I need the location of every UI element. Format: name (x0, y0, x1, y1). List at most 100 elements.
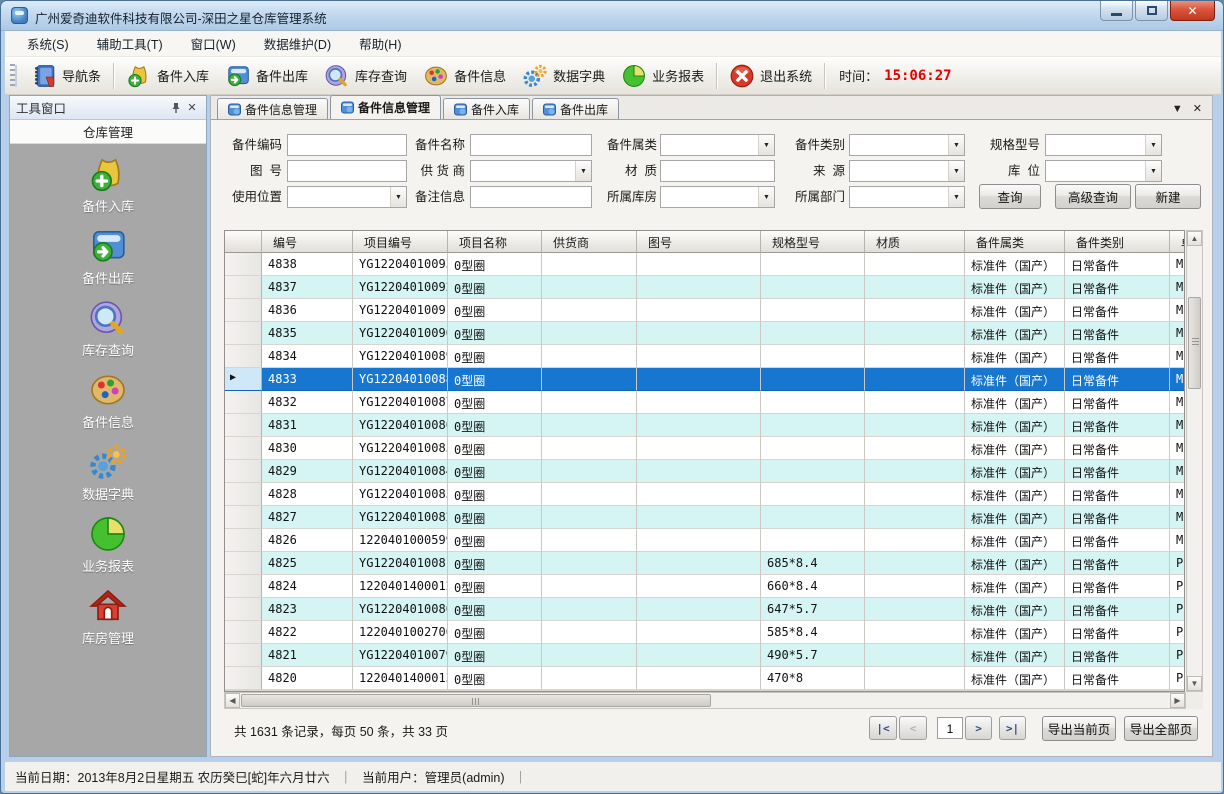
table-row[interactable]: 4836YG122040100910型圈标准件（国产）日常备件M (225, 299, 1185, 322)
column-header[interactable]: 项目名称 (448, 231, 542, 253)
toolbar-nav-bar[interactable]: 导航条 (23, 60, 109, 92)
toolbar-stock-search[interactable]: 库存查询 (316, 60, 415, 92)
menu-help[interactable]: 帮助(H) (349, 30, 411, 57)
toolbar-business-report[interactable]: 业务报表 (613, 60, 712, 92)
menu-aux-tools[interactable]: 辅助工具(T) (87, 30, 173, 57)
row-selector-cell[interactable] (225, 322, 262, 345)
horizontal-scrollbar[interactable]: ◀ ▶ (224, 692, 1186, 709)
tool-window-close-icon[interactable]: ✕ (184, 100, 200, 116)
column-header[interactable]: 材质 (865, 231, 965, 253)
table-row[interactable]: 4827YG122040100820型圈标准件（国产）日常备件M (225, 506, 1185, 529)
department-combo[interactable]: ▼ (849, 186, 965, 208)
vertical-scrollbar[interactable]: ▲ ▼ (1186, 230, 1203, 692)
scroll-right-icon[interactable]: ▶ (1170, 693, 1185, 708)
row-selector-cell[interactable] (225, 483, 262, 506)
pin-icon[interactable] (168, 100, 184, 116)
toolbar-parts-outbound[interactable]: 备件出库 (217, 60, 316, 92)
sidebar-section-warehouse[interactable]: 仓库管理 (10, 120, 206, 144)
row-selector-cell[interactable] (225, 667, 262, 690)
row-selector-cell[interactable]: ▶ (225, 368, 262, 391)
tab-parts-info-management-2[interactable]: 备件信息管理 (330, 95, 441, 119)
menu-data-maintenance[interactable]: 数据维护(D) (254, 30, 341, 57)
figure-no-input[interactable] (287, 160, 407, 182)
export-all-pages-button[interactable]: 导出全部页 (1124, 716, 1198, 741)
column-header[interactable]: 单位 (1170, 231, 1185, 253)
column-header[interactable]: 供货商 (542, 231, 637, 253)
tab-parts-inbound[interactable]: 备件入库 (443, 98, 530, 119)
bin-location-combo[interactable]: ▼ (1045, 160, 1162, 182)
table-row[interactable]: 482212204010027000型圈585*8.4标准件（国产）日常备件PC (225, 621, 1185, 644)
sidebar-item-business-report[interactable]: 业务报表 (48, 514, 168, 575)
column-header[interactable]: 图号 (637, 231, 761, 253)
table-row[interactable]: 4823YG122040100800型圈647*5.7标准件（国产）日常备件PC (225, 598, 1185, 621)
row-selector-cell[interactable] (225, 598, 262, 621)
row-selector-cell[interactable] (225, 253, 262, 276)
column-header[interactable]: 备件属类 (965, 231, 1065, 253)
next-page-button[interactable]: > (965, 716, 992, 740)
table-row[interactable]: 4834YG122040100890型圈标准件（国产）日常备件M (225, 345, 1185, 368)
vertical-scroll-thumb[interactable] (1188, 297, 1201, 389)
toolbar-data-dictionary[interactable]: 数据字典 (514, 60, 613, 92)
toolbar-parts-inbound[interactable]: 备件入库 (118, 60, 217, 92)
scroll-left-icon[interactable]: ◀ (225, 693, 240, 708)
table-row[interactable]: 482612204010005990型圈标准件（国产）日常备件M (225, 529, 1185, 552)
sidebar-item-warehouse-management[interactable]: 库房管理 (48, 586, 168, 647)
part-name-input[interactable] (470, 134, 592, 156)
close-button[interactable]: ✕ (1170, 1, 1215, 21)
part-class-combo[interactable]: ▼ (849, 134, 965, 156)
row-selector-cell[interactable] (225, 552, 262, 575)
advanced-query-button[interactable]: 高级查询 (1055, 184, 1131, 209)
warehouse-combo[interactable]: ▼ (660, 186, 775, 208)
row-selector-cell[interactable] (225, 460, 262, 483)
column-header[interactable]: 备件类别 (1065, 231, 1170, 253)
column-header[interactable]: 编号 (262, 231, 353, 253)
sidebar-item-data-dictionary[interactable]: 数据字典 (48, 442, 168, 503)
toolbar-grip[interactable] (10, 64, 15, 88)
source-combo[interactable]: ▼ (849, 160, 965, 182)
tab-list-dropdown-icon[interactable]: ▼ (1172, 103, 1183, 115)
part-code-input[interactable] (287, 134, 407, 156)
remark-input[interactable] (470, 186, 592, 208)
previous-page-button[interactable]: < (899, 716, 927, 740)
table-row[interactable]: 482412204014000120型圈660*8.4标准件（国产）日常备件PC (225, 575, 1185, 598)
table-row[interactable]: 4837YG122040100920型圈标准件（国产）日常备件M (225, 276, 1185, 299)
sidebar-item-stock-search[interactable]: 库存查询 (48, 298, 168, 359)
table-row[interactable]: 4835YG122040100900型圈标准件（国产）日常备件M (225, 322, 1185, 345)
spec-model-combo[interactable]: ▼ (1045, 134, 1162, 156)
row-selector-cell[interactable] (225, 345, 262, 368)
table-row[interactable]: 4838YG122040100930型圈标准件（国产）日常备件M (225, 253, 1185, 276)
table-row[interactable]: 482012204014000130型圈470*8标准件（国产）日常备件PC (225, 667, 1185, 690)
row-selector-cell[interactable] (225, 621, 262, 644)
table-row[interactable]: 4829YG122040100840型圈标准件（国产）日常备件M (225, 460, 1185, 483)
menu-window[interactable]: 窗口(W) (181, 30, 246, 57)
table-row[interactable]: 4828YG122040100830型圈标准件（国产）日常备件M (225, 483, 1185, 506)
sidebar-item-parts-outbound[interactable]: 备件出库 (48, 226, 168, 287)
sidebar-item-parts-info[interactable]: 备件信息 (48, 370, 168, 431)
page-number-input[interactable]: 1 (937, 717, 963, 739)
tab-close-icon[interactable]: ✕ (1193, 102, 1202, 115)
supplier-combo[interactable]: ▼ (470, 160, 592, 182)
part-category-combo[interactable]: ▼ (660, 134, 775, 156)
sidebar-item-parts-inbound[interactable]: 备件入库 (48, 154, 168, 215)
table-row[interactable]: 4832YG122040100870型圈标准件（国产）日常备件M (225, 391, 1185, 414)
toolbar-exit-system[interactable]: 退出系统 (721, 60, 820, 92)
table-row[interactable]: 4830YG122040100850型圈标准件（国产）日常备件M (225, 437, 1185, 460)
tab-parts-info-management-1[interactable]: 备件信息管理 (217, 98, 328, 119)
use-position-combo[interactable]: ▼ (287, 186, 407, 208)
toolbar-parts-info[interactable]: 备件信息 (415, 60, 514, 92)
table-row[interactable]: 4831YG122040100860型圈标准件（国产）日常备件M (225, 414, 1185, 437)
first-page-button[interactable]: |< (869, 716, 897, 740)
table-row[interactable]: ▶4833YG122040100880型圈标准件（国产）日常备件M (225, 368, 1185, 391)
last-page-button[interactable]: >| (999, 716, 1026, 740)
column-header[interactable]: 规格型号 (761, 231, 865, 253)
table-row[interactable]: 4821YG122040100790型圈490*5.7标准件（国产）日常备件PC (225, 644, 1185, 667)
table-row[interactable]: 4825YG122040100810型圈685*8.4标准件（国产）日常备件PC (225, 552, 1185, 575)
scroll-up-icon[interactable]: ▲ (1187, 231, 1202, 246)
row-selector-cell[interactable] (225, 414, 262, 437)
tab-parts-outbound[interactable]: 备件出库 (532, 98, 619, 119)
material-input[interactable] (660, 160, 775, 182)
row-selector-cell[interactable] (225, 575, 262, 598)
menu-system[interactable]: 系统(S) (17, 30, 79, 57)
scroll-down-icon[interactable]: ▼ (1187, 676, 1202, 691)
export-current-page-button[interactable]: 导出当前页 (1042, 716, 1116, 741)
